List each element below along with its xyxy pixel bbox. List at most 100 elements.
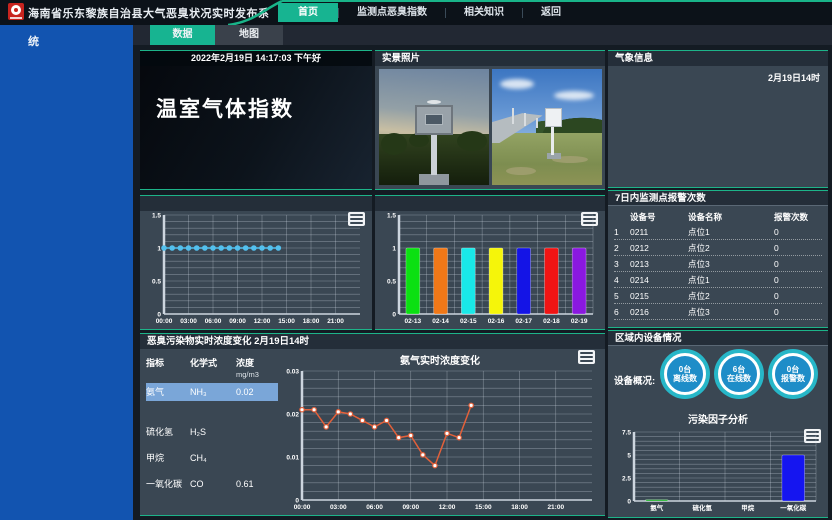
weather-panel: 气象信息 2月19日14时: [608, 50, 828, 188]
tab-data[interactable]: 数据: [150, 25, 215, 45]
col-device-id: 设备号: [630, 210, 688, 224]
greenhouse-gas-title: 温室气体指数: [156, 93, 294, 123]
svg-text:06:00: 06:00: [205, 318, 222, 325]
devices-panel-title: 区域内设备情况: [608, 331, 828, 346]
svg-text:02-16: 02-16: [488, 318, 505, 325]
devices-panel: 区域内设备情况 设备概况: 0台 离线数 6台 在线数 0台 报警数 污染因子分…: [608, 330, 828, 518]
dashboard-root: 海南省乐东黎族自治县大气恶臭状况实时发布系 首页 监测点恶臭指数 相关知识 返回…: [0, 0, 832, 520]
pollutant-row[interactable]: 甲烷CH₄: [146, 449, 278, 467]
factor-bar-chart: 氨气 硫化氢 甲烷 一氧化碳 0 2.5 5 7.5: [612, 427, 824, 513]
photo-row: [379, 69, 602, 185]
svg-text:氨气: 氨气: [650, 503, 664, 512]
tab-map[interactable]: 地图: [215, 25, 283, 45]
daily-chart-header: [375, 196, 605, 211]
alarm-panel-title: 7日内监测点报警次数: [608, 191, 828, 206]
svg-text:0: 0: [295, 498, 299, 505]
svg-text:5: 5: [627, 453, 631, 460]
svg-text:15:00: 15:00: [475, 504, 492, 511]
svg-text:02-14: 02-14: [432, 318, 449, 325]
pollutants-panel: 恶臭污染物实时浓度变化 2月19日14时 指标 化学式 浓度 mg/m3 氨气N…: [140, 333, 605, 516]
svg-text:1: 1: [157, 246, 161, 253]
col-alarm-count: 报警次数: [774, 210, 818, 224]
svg-text:甲烷: 甲烷: [741, 503, 755, 512]
alarm-table-body: 10211点位1020212点位2030213点位3040214点位105021…: [614, 224, 822, 320]
alarm-count-panel: 7日内监测点报警次数 设备号 设备名称 报警次数 10211点位1020212点…: [608, 190, 828, 328]
svg-text:18:00: 18:00: [511, 504, 528, 511]
svg-text:03:00: 03:00: [180, 318, 197, 325]
col-indicator: 指标: [146, 356, 190, 379]
device-stat-circles: 0台 离线数 6台 在线数 0台 报警数: [664, 353, 814, 395]
svg-text:03:00: 03:00: [330, 504, 347, 511]
pollutant-row[interactable]: 氨气NH₃0.02: [146, 383, 278, 401]
svg-text:12:00: 12:00: [439, 504, 456, 511]
col-device-name: 设备名称: [688, 210, 774, 224]
table-row: 30213点位30: [614, 256, 822, 272]
tab-strip: 数据 地图: [133, 25, 832, 45]
col-formula: 化学式: [190, 356, 236, 379]
table-row: 50215点位20: [614, 288, 822, 304]
svg-text:0.03: 0.03: [286, 369, 299, 376]
greeting-panel: 2022年2月19日 14:17:03 下午好 温室气体指数: [140, 50, 372, 190]
svg-text:1: 1: [392, 246, 396, 253]
svg-text:21:00: 21:00: [547, 504, 564, 511]
svg-text:00:00: 00:00: [294, 504, 311, 511]
offline-count-badge: 0台 离线数: [664, 353, 706, 395]
svg-text:0: 0: [157, 312, 161, 319]
svg-text:02-17: 02-17: [515, 318, 532, 325]
pollutant-table-body: 氨气NH₃0.02 硫化氢H₂S 甲烷CH₄ 一氧化碳CO0.61: [146, 383, 278, 493]
svg-text:21:00: 21:00: [327, 318, 344, 325]
table-row: 20212点位20: [614, 240, 822, 256]
datetime-text: 2022年2月19日 14:17:03 下午好: [140, 51, 372, 66]
index-line-chart: 00:0003:0006:0009:0012:0015:0018:0021:00…: [142, 210, 368, 326]
alarm-table-header: 设备号 设备名称 报警次数: [614, 210, 822, 224]
svg-text:2.5: 2.5: [622, 476, 631, 483]
weather-date: 2月19日14时: [768, 71, 820, 84]
nav-odor-index[interactable]: 监测点恶臭指数: [339, 3, 445, 22]
daily-bar-chart: 02-1302-1402-1502-1602-1702-1802-1900.51…: [377, 210, 601, 326]
svg-text:0: 0: [627, 499, 631, 506]
table-row: 60216点位30: [614, 304, 822, 320]
concentration-unit: mg/m3: [236, 370, 259, 379]
svg-text:02-13: 02-13: [405, 318, 422, 325]
pollutant-row[interactable]: 一氧化碳CO0.61: [146, 475, 278, 493]
chart-menu-icon[interactable]: [578, 350, 595, 364]
svg-text:0: 0: [392, 312, 396, 319]
top-header: 海南省乐东黎族自治县大气恶臭状况实时发布系 首页 监测点恶臭指数 相关知识 返回: [0, 0, 832, 25]
svg-text:09:00: 09:00: [229, 318, 246, 325]
svg-text:1.5: 1.5: [152, 213, 161, 220]
index-chart-header: [140, 196, 372, 211]
pollutant-row[interactable]: 硫化氢H₂S: [146, 423, 278, 441]
photos-panel: 实景照片: [375, 50, 605, 190]
svg-text:0.01: 0.01: [286, 455, 299, 462]
nh3-chart-title: 氨气实时浓度变化: [280, 352, 600, 367]
alarm-count-badge: 0台 报警数: [772, 353, 814, 395]
site-photo-field: [492, 69, 602, 185]
nav-back[interactable]: 返回: [523, 3, 579, 22]
svg-text:06:00: 06:00: [366, 504, 383, 511]
svg-text:7.5: 7.5: [622, 430, 631, 437]
svg-text:02-19: 02-19: [571, 318, 588, 325]
table-row: 40214点位10: [614, 272, 822, 288]
svg-text:15:00: 15:00: [278, 318, 295, 325]
svg-text:02-18: 02-18: [543, 318, 560, 325]
svg-text:0.5: 0.5: [387, 279, 396, 286]
pollutant-table: 指标 化学式 浓度 mg/m3 氨气NH₃0.02 硫化氢H₂S 甲烷CH₄ 一氧化碳…: [146, 356, 278, 493]
site-photo-dusk: [379, 69, 489, 185]
nav-knowledge[interactable]: 相关知识: [446, 3, 522, 22]
svg-text:0.02: 0.02: [286, 412, 299, 419]
weather-panel-title: 气象信息: [608, 51, 828, 66]
svg-text:12:00: 12:00: [254, 318, 271, 325]
pollutant-table-header: 指标 化学式 浓度 mg/m3: [146, 356, 278, 379]
brand-logo-icon: [8, 3, 24, 20]
svg-text:1.5: 1.5: [387, 213, 396, 220]
index-line-chart-panel: 00:0003:0006:0009:0012:0015:0018:0021:00…: [140, 195, 372, 330]
svg-text:0.5: 0.5: [152, 279, 161, 286]
photos-panel-title: 实景照片: [375, 51, 605, 66]
svg-text:一氧化碳: 一氧化碳: [780, 503, 807, 512]
nh3-line-chart: 00:0003:0006:0009:0012:0015:0018:0021:00…: [280, 366, 600, 512]
daily-bar-chart-panel: 02-1302-1402-1502-1602-1702-1802-1900.51…: [375, 195, 605, 330]
main-nav: 首页 监测点恶臭指数 相关知识 返回: [278, 2, 579, 23]
nav-home[interactable]: 首页: [278, 3, 338, 22]
col-concentration: 浓度 mg/m3: [236, 356, 278, 379]
svg-text:硫化氢: 硫化氢: [693, 503, 713, 512]
